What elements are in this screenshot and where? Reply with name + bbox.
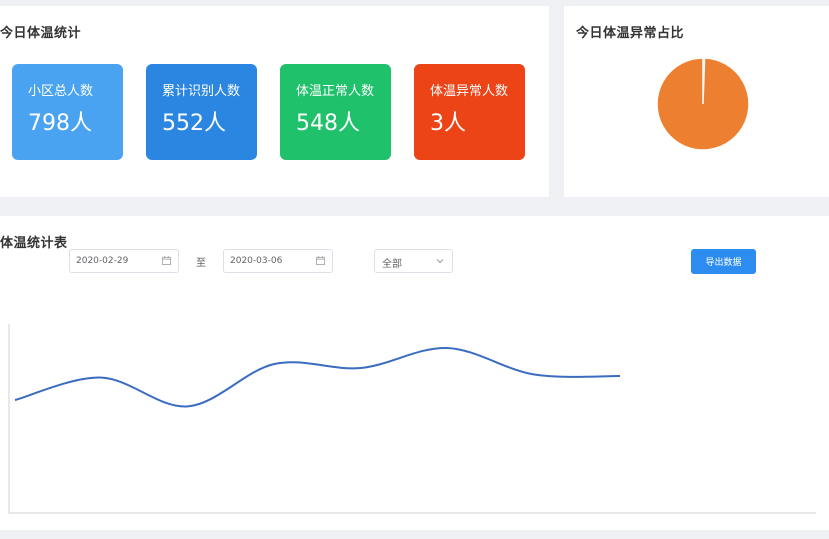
- pie-slice-1: [656, 57, 750, 151]
- end-date-picker[interactable]: 2020-03-06: [223, 249, 333, 273]
- abnormal-ratio-panel: 今日体温异常占比: [564, 6, 829, 197]
- export-data-button[interactable]: 导出数据: [691, 249, 756, 274]
- stat-card-abnormal-temp: 体温异常人数 3人: [414, 64, 525, 160]
- stat-label: 体温异常人数: [430, 84, 509, 99]
- abnormal-ratio-pie-chart: [656, 57, 750, 151]
- start-date-picker[interactable]: 2020-02-29: [69, 249, 179, 273]
- date-range-separator: 至: [196, 258, 206, 269]
- stat-card-recognized: 累计识别人数 552人: [146, 64, 257, 160]
- stat-label: 小区总人数: [28, 84, 94, 99]
- end-date-value: 2020-03-06: [230, 256, 283, 266]
- start-date-value: 2020-02-29: [76, 256, 129, 266]
- temperature-table-panel: 体温统计表 2020-02-29 至 2020-03-06 全部 导出数据: [0, 216, 829, 530]
- range-select[interactable]: 全部: [374, 249, 453, 273]
- temperature-series-line: [14, 346, 621, 408]
- temperature-line-chart: [8, 324, 816, 514]
- today-stats-title: 今日体温统计: [0, 26, 82, 41]
- stat-value: 798人: [28, 111, 92, 136]
- stat-value: 548人: [296, 111, 360, 136]
- temperature-table-title: 体温统计表: [0, 236, 68, 251]
- chevron-down-icon: [436, 259, 444, 264]
- abnormal-ratio-title: 今日体温异常占比: [576, 26, 685, 41]
- today-stats-panel: 今日体温统计 小区总人数 798人 累计识别人数 552人 体温正常人数 548…: [0, 6, 549, 197]
- calendar-icon: [162, 256, 171, 265]
- range-select-value: 全部: [382, 259, 402, 270]
- stat-label: 体温正常人数: [296, 84, 375, 99]
- stat-label: 累计识别人数: [162, 84, 241, 99]
- calendar-icon: [316, 256, 325, 265]
- stat-card-normal-temp: 体温正常人数 548人: [280, 64, 391, 160]
- stat-value: 3人: [430, 111, 466, 136]
- stat-card-total-residents: 小区总人数 798人: [12, 64, 123, 160]
- stat-value: 552人: [162, 111, 226, 136]
